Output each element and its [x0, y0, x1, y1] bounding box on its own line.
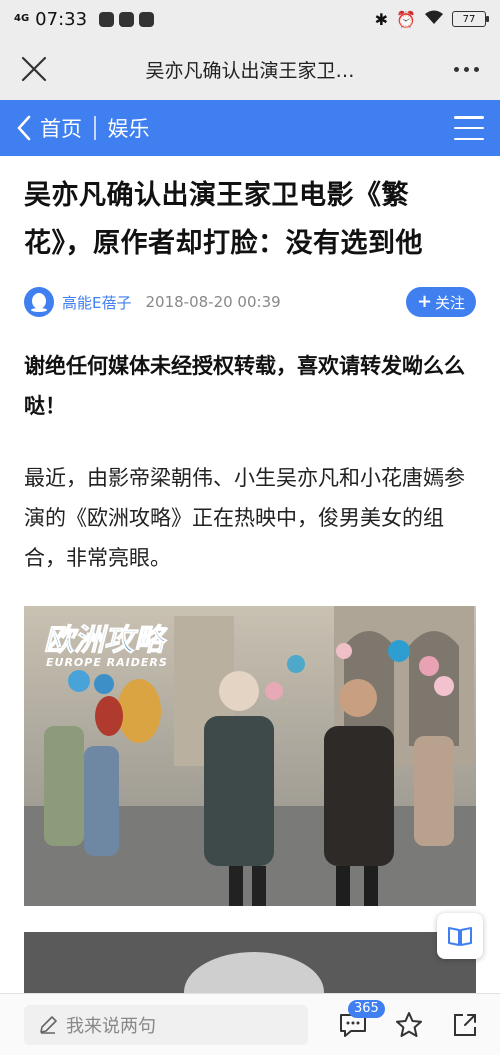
favorite-button[interactable]: [392, 1008, 426, 1042]
alarm-icon: ⏰: [396, 9, 416, 29]
mail-notification-icon: [139, 11, 155, 27]
nav-divider: [94, 116, 96, 140]
menu-line-icon: [454, 116, 484, 119]
movie-title-cn: 欧洲攻略: [44, 623, 168, 658]
author-name[interactable]: 高能E蓓子: [62, 292, 131, 313]
title-bar: 吴亦凡确认出演王家卫…: [0, 38, 500, 100]
status-left: 4G 07:33: [14, 8, 155, 30]
home-back-button[interactable]: 首页: [16, 113, 82, 143]
close-icon: [21, 56, 47, 82]
menu-button[interactable]: [454, 116, 484, 140]
movie-still-image[interactable]: 欧洲攻略 EUROPE RAIDERS: [24, 606, 476, 906]
article-paragraph: 最近，由影帝梁朝伟、小生吴亦凡和小花唐嫣参演的《欧洲攻略》正在热映中，俊男美女的…: [24, 466, 465, 570]
article-meta: 高能E蓓子 2018-08-20 00:39 + 关注: [24, 286, 476, 318]
message-notification-icon: [119, 11, 135, 27]
author-avatar[interactable]: [24, 287, 54, 317]
network-indicator: 4G: [14, 13, 30, 24]
book-icon: [448, 927, 472, 946]
channel-nav-bar: 首页 娱乐: [0, 100, 500, 156]
star-icon: [396, 1011, 422, 1037]
status-time: 07:33: [35, 8, 88, 30]
home-label: 首页: [40, 117, 82, 141]
battery-icon: 77: [452, 11, 489, 27]
menu-line-icon: [454, 126, 484, 130]
comment-input[interactable]: 我来说两句: [24, 1004, 308, 1045]
bluetooth-icon: ✱: [374, 9, 389, 29]
copyright-notice: 谢绝任何媒体未经授权转载，喜欢请转发呦么么哒！: [24, 354, 465, 418]
bottom-action-bar: 我来说两句 365: [0, 993, 500, 1055]
publish-time: 2018-08-20 00:39: [145, 293, 281, 311]
more-dot-icon: [453, 66, 459, 72]
penguin-avatar-icon: [31, 293, 47, 312]
comment-count-badge: 365: [348, 999, 385, 1018]
close-button[interactable]: [16, 51, 52, 87]
more-dot-icon: [473, 66, 479, 72]
share-icon: [454, 1013, 476, 1036]
page-title: 吴亦凡确认出演王家卫…: [145, 59, 355, 82]
bottom-icons: 365: [336, 999, 482, 1042]
status-bar: 4G 07:33 ✱ ⏰ 77: [0, 0, 500, 38]
notification-icons: [99, 11, 155, 27]
more-options-button[interactable]: [448, 51, 484, 87]
wifi-icon: [424, 9, 444, 29]
menu-line-icon: [454, 137, 484, 140]
comments-button[interactable]: 365: [336, 999, 385, 1042]
article-headline: 吴亦凡确认出演王家卫电影《繁花》，原作者却打脸：没有选到他: [24, 180, 423, 259]
article: 吴亦凡确认出演王家卫电影《繁花》，原作者却打脸：没有选到他 高能E蓓子 2018…: [0, 156, 500, 1012]
section-link-entertainment[interactable]: 娱乐: [108, 113, 150, 143]
battery-level: 77: [462, 13, 476, 25]
plus-icon: +: [416, 291, 433, 312]
share-button[interactable]: [448, 1008, 482, 1042]
chevron-left-icon: [17, 115, 31, 141]
comment-placeholder: 我来说两句: [66, 1015, 156, 1037]
movie-title-en: EUROPE RAIDERS: [46, 656, 168, 669]
follow-label: 关注: [435, 293, 466, 312]
status-right: ✱ ⏰ 77: [374, 9, 489, 29]
reader-mode-button[interactable]: [437, 913, 483, 959]
follow-button[interactable]: + 关注: [406, 287, 476, 317]
app-notification-icon: [99, 11, 115, 27]
more-dot-icon: [463, 66, 469, 72]
pencil-icon: [40, 1015, 57, 1034]
